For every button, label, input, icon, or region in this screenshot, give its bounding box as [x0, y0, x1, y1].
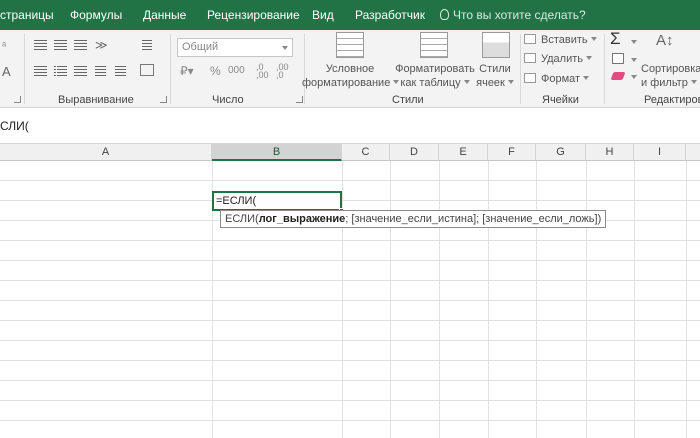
styles-group-label: Стили: [392, 94, 424, 106]
tooltip-other-arguments: ; [значение_если_истина]; [значение_если…: [345, 213, 602, 225]
align-top-icon[interactable]: [34, 40, 47, 50]
grid-line: [390, 161, 391, 438]
column-header-i[interactable]: I: [634, 144, 686, 161]
number-launcher-icon[interactable]: [296, 96, 303, 103]
align-center-icon[interactable]: [54, 66, 67, 76]
lightbulb-icon: [440, 9, 449, 20]
format-icon: [524, 73, 536, 83]
group-separator: [24, 34, 25, 104]
column-header-g[interactable]: G: [536, 144, 586, 161]
insert-cells-button[interactable]: Вставить: [524, 34, 597, 46]
tooltip-current-argument[interactable]: лог_выражение: [259, 213, 346, 225]
chevron-down-icon: [590, 37, 597, 41]
conditional-format-button[interactable]: Условное форматирование: [302, 62, 400, 90]
column-header-a[interactable]: A: [0, 144, 212, 161]
group-separator: [170, 34, 171, 104]
tab-page-layout[interactable]: страницы: [0, 0, 54, 30]
chevron-down-icon: [583, 76, 590, 80]
merge-center-icon[interactable]: [140, 64, 154, 76]
cell-styles-button[interactable]: Стили ячеек: [472, 62, 518, 90]
formula-bar-input[interactable]: СЛИ(: [0, 119, 29, 133]
worksheet-grid[interactable]: [0, 161, 700, 438]
decrease-decimal-icon[interactable]: ,00,0: [276, 63, 289, 80]
active-cell[interactable]: =ЕСЛИ(: [212, 191, 344, 213]
fill-icon[interactable]: [612, 53, 624, 64]
percent-button[interactable]: %: [210, 64, 221, 78]
cell-styles-icon: [482, 32, 510, 58]
alignment-launcher-icon[interactable]: [160, 96, 167, 103]
editing-group-label: Редактирова: [644, 94, 700, 106]
tell-me-search[interactable]: Что вы хотите сделать?: [440, 0, 586, 30]
function-tooltip: ЕСЛИ(лог_выражение; [значение_если_истин…: [220, 210, 607, 228]
conditional-format-icon: [336, 32, 364, 58]
ribbon-tabbar: страницы Формулы Данные Рецензирование В…: [0, 0, 700, 30]
formula-bar[interactable]: СЛИ(: [0, 108, 700, 144]
column-header-c[interactable]: C: [342, 144, 390, 161]
column-header-f[interactable]: F: [488, 144, 536, 161]
autosum-icon[interactable]: Σ: [610, 29, 621, 49]
font-color-icon[interactable]: A: [2, 64, 11, 79]
cell-content: =ЕСЛИ(: [216, 195, 257, 207]
chevron-down-icon: [586, 56, 592, 60]
number-format-select[interactable]: Общий: [177, 38, 293, 57]
delete-cells-button[interactable]: Удалить: [524, 53, 592, 65]
group-separator: [520, 34, 521, 104]
chevron-down-icon[interactable]: [631, 40, 637, 44]
wrap-text-icon[interactable]: [142, 40, 152, 50]
chevron-down-icon: [463, 80, 470, 84]
grid-line: [586, 161, 587, 438]
tab-developer[interactable]: Разработчик: [355, 0, 425, 30]
column-header-h[interactable]: H: [586, 144, 634, 161]
grid-line: [488, 161, 489, 438]
chevron-down-icon[interactable]: [631, 58, 637, 62]
chevron-down-icon: [282, 46, 288, 50]
format-as-table-icon: [420, 32, 448, 58]
format-as-table-button[interactable]: Форматировать как таблицу: [392, 62, 478, 90]
sort-filter-button[interactable]: Сортировка и фильтр: [641, 62, 700, 90]
number-group-label: Число: [212, 94, 244, 106]
format-cells-button[interactable]: Формат: [524, 73, 590, 85]
chevron-down-icon[interactable]: [631, 75, 637, 79]
align-right-icon[interactable]: [74, 66, 87, 76]
grid-line: [634, 161, 635, 438]
group-separator: [604, 34, 605, 104]
tab-view[interactable]: Вид: [312, 0, 334, 30]
increase-indent-icon[interactable]: [115, 66, 126, 76]
tooltip-function-name[interactable]: ЕСЛИ(: [225, 213, 259, 225]
insert-icon: [524, 34, 536, 44]
grid-line: [686, 161, 687, 438]
tab-data[interactable]: Данные: [143, 0, 186, 30]
currency-format-icon[interactable]: ₽▾: [180, 64, 194, 78]
align-middle-icon[interactable]: [54, 40, 67, 50]
align-left-icon[interactable]: [34, 66, 47, 76]
font-launcher-icon[interactable]: [14, 96, 21, 103]
grid-line: [439, 161, 440, 438]
tab-review[interactable]: Рецензирование: [207, 0, 300, 30]
tab-formulas[interactable]: Формулы: [70, 0, 122, 30]
alignment-group-label: Выравнивание: [58, 94, 134, 106]
cells-group-label: Ячейки: [542, 94, 579, 106]
grid-line: [536, 161, 537, 438]
font-size-icon[interactable]: ᵃ: [2, 40, 6, 52]
ribbon: ᵃ A ≫ Выравнивание Общий ₽▾ % 000 ,0,00 …: [0, 29, 700, 108]
orientation-icon[interactable]: ≫: [95, 38, 108, 52]
column-header-d[interactable]: D: [390, 144, 439, 161]
sort-filter-icon: A↕: [656, 32, 674, 49]
thousands-button[interactable]: 000: [228, 65, 245, 76]
chevron-down-icon: [690, 80, 697, 84]
column-header-e[interactable]: E: [439, 144, 488, 161]
increase-decimal-icon[interactable]: ,0,00: [256, 63, 269, 80]
clear-icon[interactable]: [610, 72, 626, 80]
grid-line: [342, 161, 343, 438]
column-header-next[interactable]: [686, 144, 700, 161]
align-bottom-icon[interactable]: [74, 40, 87, 50]
chevron-down-icon: [507, 80, 514, 84]
decrease-indent-icon[interactable]: [95, 66, 106, 76]
column-header-b[interactable]: B: [212, 144, 342, 161]
delete-icon: [524, 53, 536, 63]
